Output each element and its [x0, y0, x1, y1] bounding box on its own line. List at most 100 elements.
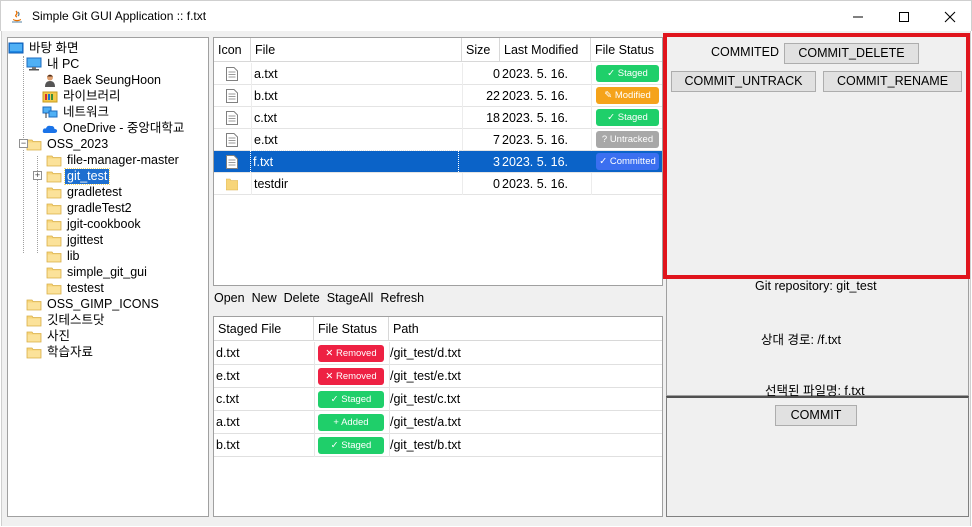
col-status-header[interactable]: File Status — [591, 38, 662, 62]
menu-item-refresh[interactable]: Refresh — [380, 291, 424, 309]
tree-item[interactable]: 네트워크 — [42, 104, 111, 120]
file-name-cell: e.txt — [254, 133, 278, 147]
file-modified-cell: 2023. 5. 16. — [502, 155, 569, 169]
staged-file-cell: d.txt — [216, 346, 240, 360]
staged-path-cell: /git_test/c.txt — [390, 392, 461, 406]
status-badge-label: Staged — [617, 68, 648, 79]
commit-untrack-button[interactable]: COMMIT_UNTRACK — [671, 71, 816, 92]
staged-file-cell: b.txt — [216, 438, 240, 452]
col-staged-status-header[interactable]: File Status — [314, 317, 389, 341]
tree-item[interactable]: jgittest — [46, 232, 105, 248]
repo-label: Git repository: git_test — [755, 279, 877, 293]
tree-item-label: lib — [67, 248, 80, 263]
minimize-button[interactable] — [835, 1, 881, 32]
tree-item[interactable]: gradletest — [46, 184, 124, 200]
tree-item[interactable]: simple_git_gui — [46, 264, 149, 280]
column-divider — [314, 411, 315, 434]
status-badge-label: Committed — [609, 156, 656, 167]
file-size-cell: 0 — [493, 67, 500, 81]
status-badge-label: Removed — [335, 348, 377, 359]
tree-item[interactable]: gradleTest2 — [46, 200, 134, 216]
file-tree[interactable]: 바탕 화면 내 PC Baek SeungHoon 라이브러리 네트워크 OneDrive… — [7, 37, 209, 517]
col-path-header[interactable]: Path — [389, 317, 662, 341]
commit-panel: COMMIT — [666, 396, 969, 517]
staged-row[interactable]: a.txt + Added/git_test/a.txt — [214, 411, 662, 434]
column-divider — [462, 173, 463, 195]
commit-button[interactable]: COMMIT — [775, 405, 857, 426]
tree-item-label: Baek SeungHoon — [63, 72, 161, 87]
close-icon — [944, 11, 956, 22]
tree-item[interactable]: OneDrive - 중앙대학교 — [42, 120, 186, 136]
status-badge: ✓ Staged — [318, 437, 384, 454]
col-icon-header[interactable]: Icon — [214, 38, 251, 62]
tree-item[interactable]: git_test — [46, 167, 111, 185]
staged-file-cell: a.txt — [216, 415, 240, 429]
tree-item-label: OneDrive - 중앙대학교 — [63, 120, 185, 135]
tree-item[interactable]: 바탕 화면 — [8, 40, 80, 56]
document-icon — [226, 89, 238, 103]
file-row[interactable]: testdir 0 2023. 5. 16. — [214, 173, 662, 195]
staged-path-cell: /git_test/b.txt — [390, 438, 461, 452]
staged-row[interactable]: b.txt ✓ Staged/git_test/b.txt — [214, 434, 662, 457]
tree-item[interactable]: lib — [46, 248, 82, 264]
files-table-header: Icon File Size Last Modified File Status — [214, 38, 662, 62]
tree-item[interactable]: 사진 — [26, 328, 72, 344]
tree-item[interactable]: Baek SeungHoon — [42, 72, 163, 88]
tree-guide-line — [23, 56, 24, 138]
tree-item[interactable]: OSS_2023 — [26, 136, 110, 152]
file-size-cell: 7 — [493, 133, 500, 147]
files-table[interactable]: Icon File Size Last Modified File Status… — [213, 37, 663, 286]
expand-icon[interactable]: + — [33, 171, 42, 180]
col-staged-file-header[interactable]: Staged File — [214, 317, 314, 341]
status-badge-label: Staged — [341, 440, 372, 451]
status-glyph-icon: ✕ — [325, 348, 336, 359]
cloud-icon — [42, 125, 58, 133]
column-divider — [591, 85, 592, 107]
file-size-cell: 18 — [486, 111, 500, 125]
tree-item[interactable]: OSS_GIMP_ICONS — [26, 296, 161, 312]
file-row[interactable]: b.txt 22 2023. 5. 16. ✎ Modified — [214, 85, 662, 107]
col-size-header[interactable]: Size — [462, 38, 500, 62]
tree-item[interactable]: 라이브러리 — [42, 88, 123, 104]
tree-item[interactable]: 학습자료 — [26, 344, 95, 360]
staged-table[interactable]: Staged File File Status Path d.txt ✕ Remo… — [213, 316, 663, 517]
column-divider — [251, 63, 252, 85]
tree-item[interactable]: testest — [46, 280, 106, 296]
staged-table-header: Staged File File Status Path — [214, 317, 662, 341]
tree-item[interactable]: file-manager-master — [46, 152, 181, 168]
staged-row[interactable]: c.txt ✓ Staged/git_test/c.txt — [214, 388, 662, 411]
file-size-cell: 0 — [493, 177, 500, 191]
column-divider — [251, 85, 252, 107]
column-divider — [462, 129, 463, 151]
column-divider — [251, 151, 252, 173]
column-divider — [251, 107, 252, 129]
menu-item-delete[interactable]: Delete — [284, 291, 320, 309]
maximize-button[interactable] — [881, 1, 927, 32]
staged-row[interactable]: d.txt ✕ Removed/git_test/d.txt — [214, 342, 662, 365]
menu-item-stageall[interactable]: StageAll — [327, 291, 374, 309]
tree-item[interactable]: 깃테스트닷 — [26, 312, 107, 328]
col-file-header[interactable]: File — [251, 38, 462, 62]
tree-item-label: OSS_GIMP_ICONS — [47, 296, 159, 311]
staged-row[interactable]: e.txt ✕ Removed/git_test/e.txt — [214, 365, 662, 388]
tree-item[interactable]: 내 PC — [26, 56, 81, 72]
status-glyph-icon: ✕ — [325, 371, 336, 382]
file-row[interactable]: c.txt 18 2023. 5. 16. ✓ Staged — [214, 107, 662, 129]
tree-item[interactable]: jgit-cookbook — [46, 216, 143, 232]
file-row[interactable]: a.txt 0 2023. 5. 16. ✓ Staged — [214, 63, 662, 85]
file-row[interactable]: e.txt 7 2023. 5. 16.? Untracked — [214, 129, 662, 151]
status-glyph-icon: ✓ — [599, 156, 610, 167]
staged-path-cell: /git_test/d.txt — [390, 346, 461, 360]
commit-rename-button[interactable]: COMMIT_RENAME — [823, 71, 962, 92]
commit-delete-button[interactable]: COMMIT_DELETE — [784, 43, 919, 64]
collapse-icon[interactable]: − — [19, 139, 28, 148]
tree-item-label: 학습자료 — [47, 344, 94, 359]
window-title: Simple Git GUI Application :: f.txt — [32, 9, 207, 23]
menu-item-new[interactable]: New — [252, 291, 277, 309]
file-row[interactable]: f.txt 3 2023. 5. 16. ✓ Committed — [214, 150, 662, 174]
col-modified-header[interactable]: Last Modified — [500, 38, 591, 62]
close-button[interactable] — [927, 1, 972, 32]
document-icon — [226, 155, 238, 169]
menu-item-open[interactable]: Open — [214, 291, 245, 309]
tree-item-label: 사진 — [47, 328, 71, 343]
